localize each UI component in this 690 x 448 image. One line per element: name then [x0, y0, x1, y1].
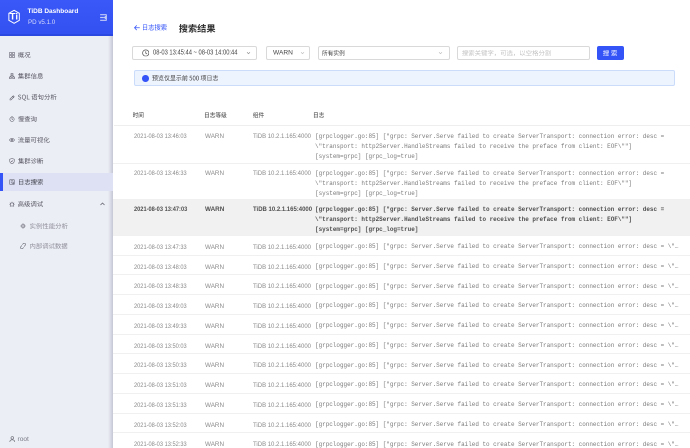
svg-text:Ti: Ti	[10, 11, 18, 22]
